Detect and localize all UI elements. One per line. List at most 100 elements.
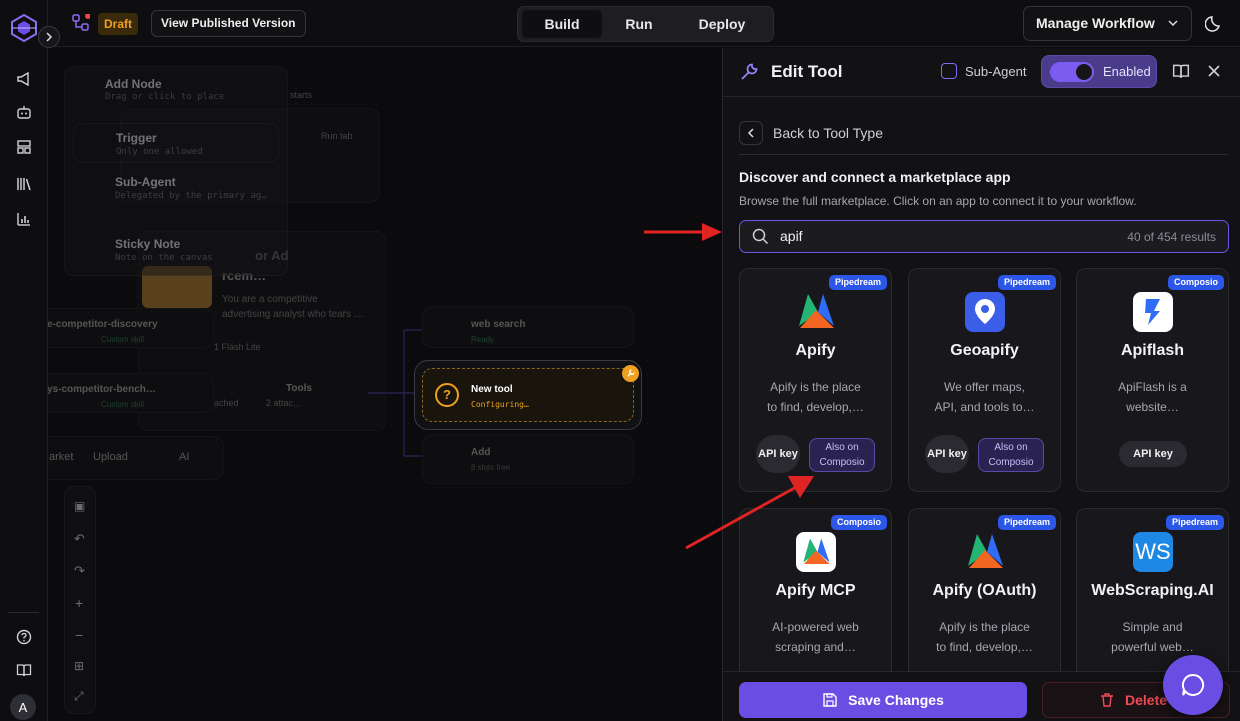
close-icon[interactable]: [1205, 62, 1223, 80]
manage-workflow-button[interactable]: Manage Workflow: [1023, 6, 1192, 41]
save-canvas-icon[interactable]: ▣: [74, 499, 85, 513]
view-published-button[interactable]: View Published Version: [151, 10, 306, 37]
palette-item-trigger[interactable]: Trigger Only one allowed: [73, 123, 279, 163]
app-name: Apify: [795, 342, 836, 359]
tools-sub: 2 attac…: [266, 398, 303, 408]
app-name: Apify (OAuth): [932, 582, 1037, 599]
run-tab-text: Run tab: [321, 131, 353, 141]
web-search-sub: Ready: [471, 335, 495, 344]
app-card-geoapify[interactable]: Pipedream Geoapify We offer maps, API, an…: [908, 268, 1061, 492]
workflow-canvas[interactable]: starts Run tab or Ad rcem… You are a com…: [48, 48, 722, 721]
model-label: 1 Flash Lite: [214, 342, 261, 352]
book-icon[interactable]: [1172, 62, 1190, 80]
discover-subtitle: Browse the full marketplace. Click on an…: [739, 194, 1137, 208]
palette-item-sub-agent[interactable]: Sub-Agent: [115, 175, 176, 189]
also-on-composio-tag: Also on Composio: [809, 438, 875, 472]
source-badge: Pipedream: [1165, 515, 1224, 530]
add-slot-title: Add: [471, 447, 491, 458]
back-button[interactable]: [739, 121, 763, 145]
add-node-subtitle: Drag or click to place: [105, 92, 225, 102]
chevron-down-icon: [1168, 20, 1178, 27]
nodes-icon: [72, 14, 90, 31]
tab-deploy[interactable]: Deploy: [678, 10, 766, 38]
apify-mcp-logo-icon: [796, 532, 836, 572]
source-badge: Pipedream: [828, 275, 887, 290]
mode-switcher: Build Run Deploy: [517, 6, 774, 42]
rail-item-agents[interactable]: [14, 102, 34, 122]
moon-icon[interactable]: [1205, 13, 1225, 33]
rail-item-analytics[interactable]: [14, 209, 34, 229]
divider: [739, 154, 1228, 155]
back-to-tool-type[interactable]: Back to Tool Type: [739, 121, 883, 145]
rail-item-campaigns[interactable]: [14, 69, 34, 89]
geoapify-logo-icon: [965, 292, 1005, 332]
app-description: Apify is the place to find, develop,…: [767, 380, 864, 414]
undo-icon[interactable]: ↶: [74, 531, 85, 547]
skill-2-sub: Custom skill: [101, 400, 145, 409]
app-card-apiflash[interactable]: Composio Apiflash ApiFlash is a website… …: [1076, 268, 1229, 492]
app-description: Simple and powerful web…: [1111, 620, 1194, 654]
tab-run[interactable]: Run: [604, 10, 674, 38]
toggle-switch: [1050, 62, 1094, 82]
api-key-tag: API key: [1119, 441, 1187, 467]
save-label: Save Changes: [848, 692, 944, 708]
app-description: ApiFlash is a website…: [1118, 380, 1187, 414]
rail-item-docs[interactable]: [14, 660, 34, 680]
search-icon: [752, 228, 769, 245]
apiflash-logo-icon: [1133, 292, 1173, 332]
discover-title: Discover and connect a marketplace app: [739, 169, 1011, 185]
add-node-palette[interactable]: Add Node Drag or click to place Trigger …: [64, 66, 288, 276]
starts-text: starts: [290, 90, 313, 100]
source-badge: Composio: [1168, 275, 1224, 290]
redo-icon[interactable]: ↷: [74, 563, 85, 579]
skill-node-1: e-competitor-discovery Custom skill: [48, 308, 214, 348]
rail-item-library[interactable]: [14, 174, 34, 194]
tab-build[interactable]: Build: [522, 10, 602, 38]
source-badge: Pipedream: [997, 275, 1056, 290]
rail-item-help[interactable]: [14, 627, 34, 647]
rail-item-templates[interactable]: [14, 137, 34, 157]
api-key-tag: API key: [925, 435, 969, 473]
enabled-toggle[interactable]: Enabled: [1041, 55, 1157, 88]
web-search-title: web search: [471, 319, 526, 330]
manage-workflow-label: Manage Workflow: [1036, 15, 1155, 31]
search-input[interactable]: apif 40 of 454 results: [739, 220, 1229, 253]
add-slot-sub: 8 slots free: [471, 463, 511, 472]
apify-oauth-logo-icon: [968, 534, 1003, 568]
wrench-icon: [741, 63, 758, 80]
save-changes-button[interactable]: Save Changes: [739, 682, 1027, 718]
web-search-node: web search Ready: [422, 306, 634, 348]
fit-view-icon[interactable]: ⤢: [74, 689, 84, 704]
new-tool-title: New tool: [471, 384, 513, 395]
marketplace-button: arket: [49, 451, 74, 463]
grid-icon[interactable]: ⊞: [74, 659, 84, 673]
bar-chart-icon: [17, 213, 30, 226]
chat-launcher-button[interactable]: [1163, 655, 1223, 715]
trigger-title: Trigger: [116, 131, 157, 145]
status-badge: Draft: [98, 13, 139, 35]
app-card-apify[interactable]: Pipedream Apify Apify is the place to fin…: [739, 268, 892, 492]
checkbox-box: [941, 63, 957, 79]
left-rail: A: [0, 0, 60, 721]
app-window: A Draft View Published Version Build Run…: [0, 0, 1240, 721]
palette-item-sticky-note[interactable]: Sticky Note: [115, 237, 180, 251]
zoom-in-icon[interactable]: +: [75, 595, 83, 611]
edit-tool-panel: Edit Tool Sub-Agent Enabled Back to Tool…: [722, 48, 1240, 721]
skill-1-name: e-competitor-discovery: [48, 319, 158, 330]
new-tool-node[interactable]: ? New tool Configuring…: [422, 368, 634, 422]
sticky-note-subtitle: Note on the canvas: [115, 253, 213, 263]
agent-desc-line-1: You are a competitive: [222, 294, 318, 305]
api-key-tag: API key: [756, 435, 800, 473]
help-icon: [16, 629, 32, 645]
expand-sidebar-button[interactable]: [38, 26, 60, 48]
add-node-slot: Add 8 slots free: [422, 434, 634, 484]
panel-header: Edit Tool Sub-Agent Enabled: [723, 48, 1240, 97]
avatar[interactable]: A: [10, 694, 36, 720]
sub-agent-checkbox[interactable]: Sub-Agent: [941, 63, 1026, 79]
logo-icon[interactable]: [10, 14, 38, 42]
megaphone-icon: [17, 71, 29, 87]
zoom-out-icon[interactable]: −: [75, 627, 83, 643]
trash-icon: [1101, 693, 1113, 707]
webscraping-logo-icon: WS: [1133, 532, 1173, 572]
apify-logo-icon: [799, 294, 834, 328]
